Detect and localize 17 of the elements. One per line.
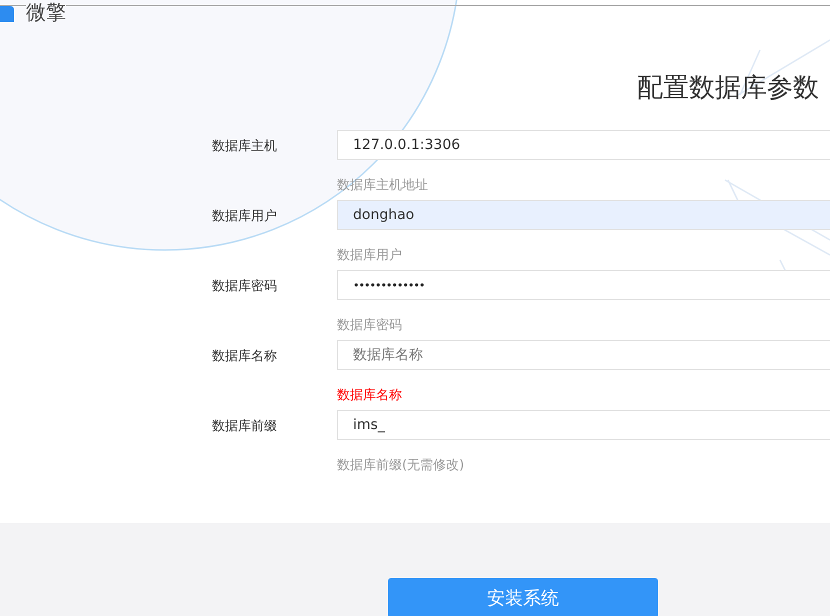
field-label: 数据库前缀 bbox=[212, 418, 277, 435]
field-hint: 数据库前缀(无需修改) bbox=[337, 457, 464, 475]
logo-text: 微擎 bbox=[26, 0, 66, 24]
input-field[interactable]: 数据库名称 bbox=[337, 340, 830, 370]
field-hint: 数据库用户 bbox=[337, 247, 402, 265]
field-label: 数据库主机 bbox=[212, 138, 277, 155]
field-hint: 数据库主机地址 bbox=[337, 177, 428, 195]
field-label: 数据库名称 bbox=[212, 348, 277, 365]
password-field[interactable]: ••••••••••••• bbox=[337, 270, 830, 300]
field-label: 数据库密码 bbox=[212, 278, 277, 295]
input-field[interactable]: ims_ bbox=[337, 410, 830, 440]
error-message: 数据库名称 bbox=[337, 387, 402, 405]
page-heading: 配置数据库参数 bbox=[637, 72, 819, 105]
field-hint: 数据库密码 bbox=[337, 317, 402, 335]
input-field[interactable]: donghao bbox=[337, 200, 830, 230]
field-label: 数据库用户 bbox=[212, 208, 277, 225]
input-field[interactable]: 127.0.0.1:3306 bbox=[337, 130, 830, 160]
